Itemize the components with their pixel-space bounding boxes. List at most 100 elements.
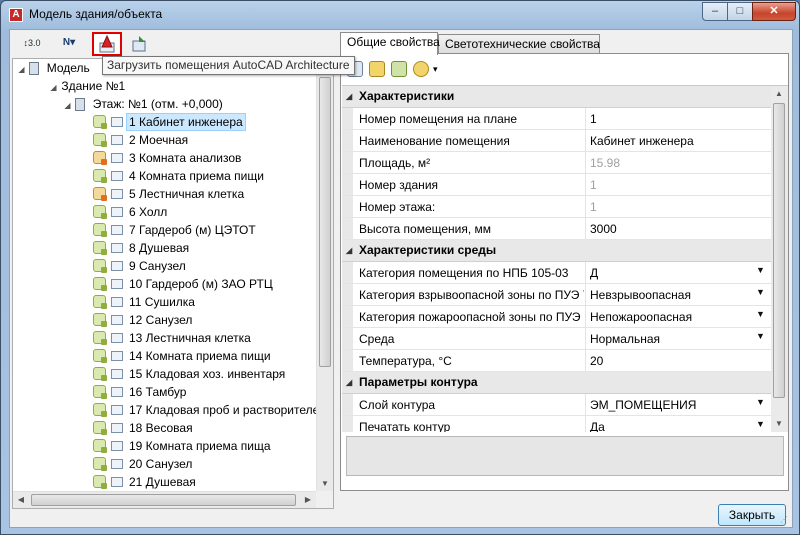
column-separator[interactable] <box>585 130 586 151</box>
property-value-select[interactable]: Да <box>590 420 750 432</box>
tab-general-properties[interactable]: Общие свойства <box>340 32 440 55</box>
tree-room-label: 6 Холл <box>129 205 168 219</box>
dropdown-arrow-icon[interactable]: ▼ <box>756 309 765 319</box>
collapse-icon[interactable]: ◢ <box>346 378 352 387</box>
column-separator[interactable] <box>585 328 586 349</box>
property-value[interactable]: 1 <box>590 112 750 126</box>
row-gutter <box>342 130 353 151</box>
collapse-icon[interactable]: ◢ <box>17 65 26 74</box>
property-row[interactable]: Номер здания 1 <box>342 174 771 196</box>
dropdown-arrow-icon[interactable]: ▼ <box>756 331 765 341</box>
scroll-up-icon[interactable]: ▲ <box>771 86 787 102</box>
room-icon <box>111 297 123 307</box>
tree-root-node[interactable]: ◢ Модель <box>17 59 90 77</box>
tree-room-label: 5 Лестничная клетка <box>129 187 245 201</box>
property-row[interactable]: Площадь, м² 15.98 <box>342 152 771 174</box>
room-icon <box>111 477 123 487</box>
column-separator[interactable] <box>585 174 586 195</box>
property-row[interactable]: Номер этажа: 1 <box>342 196 771 218</box>
dropdown-arrow-icon[interactable]: ▼ <box>756 287 765 297</box>
column-separator[interactable] <box>585 262 586 283</box>
scroll-down-icon[interactable]: ▼ <box>317 476 333 492</box>
tree-vertical-scrollbar[interactable]: ▲ ▼ <box>316 59 333 492</box>
property-category-label: Параметры контура <box>359 375 478 389</box>
numbering-dropdown[interactable]: N▾ <box>52 34 86 54</box>
column-separator[interactable] <box>585 152 586 173</box>
row-gutter <box>342 284 353 305</box>
apply-properties-icon[interactable] <box>369 61 385 77</box>
property-category[interactable]: ◢ Характеристики среды <box>342 240 771 262</box>
property-row[interactable]: Среда Нормальная ▼ <box>342 328 771 350</box>
close-button[interactable]: Закрыть <box>718 504 786 526</box>
property-value-select[interactable]: Д <box>590 266 750 280</box>
collapse-icon[interactable]: ◢ <box>346 92 352 101</box>
tree-building-node[interactable]: ◢ Здание №1 <box>49 77 125 95</box>
property-value[interactable]: 3000 <box>590 222 750 236</box>
brush-icon[interactable] <box>413 61 429 77</box>
tree-room-label: 9 Санузел <box>129 259 186 273</box>
property-value-select[interactable]: Невзрывоопасная <box>590 288 750 302</box>
scroll-right-icon[interactable]: ▶ <box>300 492 316 508</box>
toolbar-overflow-icon[interactable]: ▾ <box>433 61 441 77</box>
property-row[interactable]: Печатать контур Да ▼ <box>342 416 771 432</box>
property-grid-scroll-thumb[interactable] <box>773 103 785 398</box>
property-row[interactable]: Высота помещения, мм 3000 <box>342 218 771 240</box>
tree-room-label: 4 Комната приема пищи <box>129 169 264 183</box>
property-row[interactable]: Категория помещения по НПБ 105-03 Д ▼ <box>342 262 771 284</box>
column-separator[interactable] <box>585 306 586 327</box>
property-name: Категория помещения по НПБ 105-03 <box>359 266 569 280</box>
room-ok-icon <box>93 169 107 183</box>
general-properties-panel: ▾ ◢ Характеристики Номер помещения на план… <box>340 53 789 491</box>
property-value-select[interactable]: Нормальная <box>590 332 750 346</box>
property-row[interactable]: Температура, °С 20 <box>342 350 771 372</box>
property-category[interactable]: ◢ Характеристики <box>342 86 771 108</box>
load-rooms-button[interactable] <box>92 32 122 56</box>
collapse-icon[interactable]: ◢ <box>49 83 58 92</box>
property-row[interactable]: Наименование помещения Кабинет инженера <box>342 130 771 152</box>
tree-room-label: 18 Весовая <box>129 421 193 435</box>
title-bar[interactable]: A Модель здания/объекта – □ ✕ <box>1 1 799 29</box>
property-row[interactable]: Категория пожароопасной зоны по ПУЭ 7 Неп… <box>342 306 771 328</box>
room-ok-icon <box>93 385 107 399</box>
dropdown-arrow-icon[interactable]: ▼ <box>756 397 765 407</box>
tree-floor-node[interactable]: ◢ Этаж: №1 (отм. +0,000) <box>63 95 223 113</box>
close-window-button[interactable]: ✕ <box>752 2 796 21</box>
column-separator[interactable] <box>585 108 586 129</box>
property-grid-scrollbar[interactable]: ▲ ▼ <box>771 86 788 432</box>
dropdown-arrow-icon[interactable]: ▼ <box>756 419 765 429</box>
maximize-button[interactable]: □ <box>727 2 753 21</box>
tree-room-label: 21 Душевая <box>129 475 196 489</box>
collapse-icon[interactable]: ◢ <box>63 101 72 110</box>
scroll-left-icon[interactable]: ◀ <box>13 492 29 508</box>
property-value[interactable]: Кабинет инженера <box>590 134 750 148</box>
dropdown-arrow-icon[interactable]: ▼ <box>756 265 765 275</box>
apply-all-icon[interactable] <box>391 61 407 77</box>
property-row[interactable]: Номер помещения на плане 1 <box>342 108 771 130</box>
property-row[interactable]: Слой контура ЭМ_ПОМЕЩЕНИЯ ▼ <box>342 394 771 416</box>
tree-hscroll-thumb[interactable] <box>31 494 296 506</box>
column-separator[interactable] <box>585 196 586 217</box>
sort-button[interactable]: ↕3.0 <box>18 34 46 54</box>
column-separator[interactable] <box>585 218 586 239</box>
tree-room-label: 3 Комната анализов <box>129 151 242 165</box>
property-value-select[interactable]: ЭМ_ПОМЕЩЕНИЯ <box>590 398 750 412</box>
property-row[interactable]: Категория взрывоопасной зоны по ПУЭ 7 Нев… <box>342 284 771 306</box>
property-value[interactable]: 20 <box>590 354 750 368</box>
export-button[interactable] <box>128 34 152 54</box>
tab-lighting-properties[interactable]: Светотехнические свойства <box>438 34 600 54</box>
collapse-icon[interactable]: ◢ <box>346 246 352 255</box>
model-tree[interactable]: ◢ Модель ◢ Здание №1 ◢ Этаж: №1 (отм. +0… <box>12 58 334 509</box>
column-separator[interactable] <box>585 416 586 432</box>
tree-room-label: 15 Кладовая хоз. инвентаря <box>129 367 286 381</box>
minimize-button[interactable]: – <box>702 2 728 21</box>
property-category[interactable]: ◢ Параметры контура <box>342 372 771 394</box>
column-separator[interactable] <box>585 394 586 415</box>
room-icon <box>111 189 123 199</box>
resize-grip-icon[interactable]: ⋰ <box>780 515 790 525</box>
scroll-down-icon[interactable]: ▼ <box>771 416 787 432</box>
tree-horizontal-scrollbar[interactable]: ◀ ▶ <box>13 491 316 508</box>
column-separator[interactable] <box>585 284 586 305</box>
column-separator[interactable] <box>585 350 586 371</box>
property-value-select[interactable]: Непожароопасная <box>590 310 750 324</box>
tree-vscroll-thumb[interactable] <box>319 77 331 367</box>
